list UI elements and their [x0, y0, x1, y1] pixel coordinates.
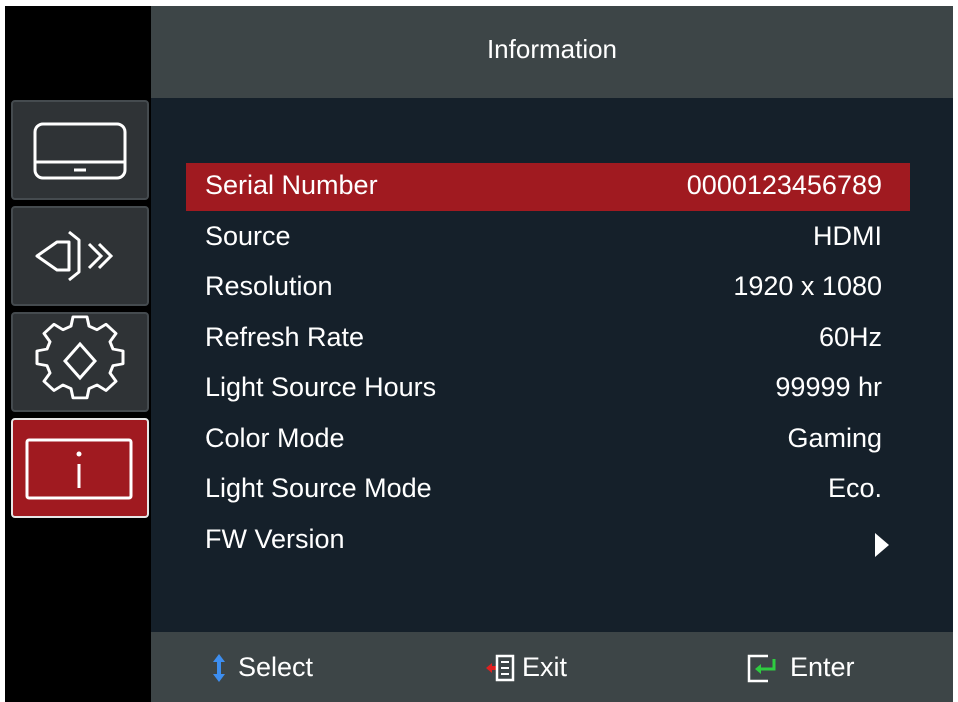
row-value: 99999 hr — [775, 372, 882, 402]
row-label: FW Version — [205, 524, 345, 554]
menu-row-serial-number[interactable]: Serial Number 0000123456789 — [186, 163, 910, 211]
sidebar-item-display[interactable] — [11, 100, 149, 200]
row-value: 0000123456789 — [686, 170, 882, 200]
hint-exit-label: Exit — [522, 652, 568, 682]
row-label: Resolution — [205, 271, 333, 301]
row-label: Light Source Mode — [205, 473, 432, 503]
enter-icon — [747, 654, 776, 683]
row-label: Refresh Rate — [205, 322, 365, 352]
row-label: Color Mode — [205, 423, 345, 453]
sidebar-item-audio[interactable] — [11, 206, 149, 306]
row-label: Light Source Hours — [205, 372, 437, 402]
menu-row-color-mode[interactable]: Color Mode Gaming — [186, 416, 910, 464]
up-down-arrow-icon — [213, 654, 225, 682]
row-value: 1920 x 1080 — [733, 271, 882, 301]
row-value: Gaming — [787, 423, 882, 453]
menu-row-source[interactable]: Source HDMI — [186, 214, 910, 262]
row-value: HDMI — [813, 221, 882, 251]
display-icon — [33, 122, 127, 180]
exit-icon — [486, 654, 515, 682]
hint-select-label: Select — [238, 652, 314, 682]
hint-enter: Enter — [746, 651, 876, 683]
main-panel: Information Serial Number 0000123456789 … — [151, 6, 953, 702]
row-label: Serial Number — [205, 170, 378, 200]
settings-gear-icon — [35, 315, 125, 400]
hint-select: Select — [211, 651, 341, 683]
row-label: Source — [205, 221, 291, 251]
page-title: Information — [151, 6, 953, 98]
right-triangle-icon — [875, 533, 889, 557]
sidebar-item-settings[interactable] — [11, 312, 149, 412]
sidebar — [5, 6, 151, 702]
footer-hints: Select Exit Enter — [151, 632, 953, 702]
info-icon — [25, 438, 133, 500]
menu-row-light-source-hours[interactable]: Light Source Hours 99999 hr — [186, 365, 910, 413]
menu-row-fw-version[interactable]: FW Version — [186, 517, 910, 565]
hint-enter-label: Enter — [790, 652, 855, 682]
menu-row-light-source-mode[interactable]: Light Source Mode Eco. — [186, 466, 910, 514]
menu-row-resolution[interactable]: Resolution 1920 x 1080 — [186, 264, 910, 312]
menu-row-refresh-rate[interactable]: Refresh Rate 60Hz — [186, 315, 910, 363]
row-value: 60Hz — [818, 322, 882, 352]
hint-exit: Exit — [485, 651, 595, 683]
row-value: Eco. — [827, 473, 882, 503]
sidebar-item-information[interactable] — [11, 418, 149, 518]
audio-icon — [35, 230, 114, 282]
